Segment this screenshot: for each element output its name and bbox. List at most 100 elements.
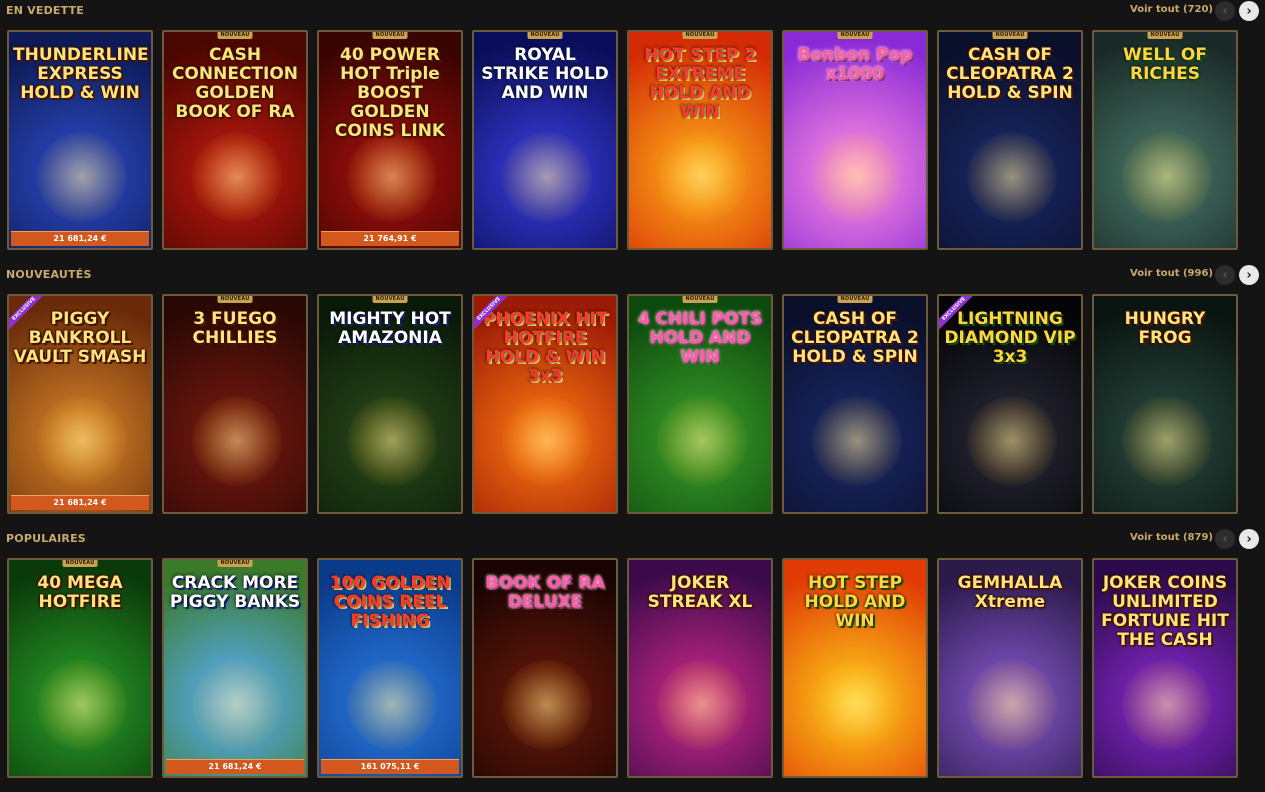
new-badge: NOUVEAU [1147,32,1183,39]
game-title: MIGHTY HOT AMAZONIA [329,309,451,348]
artwork-glow [657,132,747,222]
artwork-glow [192,660,282,750]
chevron-left-icon[interactable]: ‹ [1215,1,1235,21]
game-tile[interactable]: 100 GOLDEN COINS REEL FISHING 161 075,11… [317,558,463,778]
game-tile[interactable]: ROYAL STRIKE HOLD AND WIN NOUVEAU [472,30,618,250]
game-title: CRACK MORE PIGGY BANKS [169,573,301,612]
new-badge: NOUVEAU [682,32,718,39]
see-all-link[interactable]: Voir tout (996) [1130,268,1213,279]
game-tile[interactable]: CASH OF CLEOPATRA 2 HOLD & SPIN NOUVEAU [782,294,928,514]
new-badge: NOUVEAU [527,32,563,39]
game-title: CASH OF CLEOPATRA 2 HOLD & SPIN [791,309,919,367]
game-row: THUNDERLINE EXPRESS HOLD & WIN 21 681,24… [7,30,1238,250]
new-badge: NOUVEAU [372,296,408,303]
game-tile[interactable]: 40 MEGA HOTFIRE NOUVEAU [7,558,153,778]
see-all-link[interactable]: Voir tout (879) [1130,532,1213,543]
artwork-glow [812,396,902,486]
game-title: 40 POWER HOT Triple BOOST GOLDEN COINS L… [334,45,446,141]
game-tile[interactable]: GEMHALLA Xtreme [937,558,1083,778]
jackpot-amount: 161 075,11 € [321,759,459,774]
game-title: JOKER STREAK XL [647,573,753,612]
artwork-glow [37,396,127,486]
artwork-glow [1122,396,1212,486]
game-tile[interactable]: BOOK OF RA DELUXE [472,558,618,778]
chevron-left-icon[interactable]: ‹ [1215,529,1235,549]
artwork-glow [192,396,282,486]
game-row: 40 MEGA HOTFIRE NOUVEAU CRACK MORE PIGGY… [7,558,1238,778]
artwork-glow [37,132,127,222]
artwork-glow [1122,660,1212,750]
artwork-glow [657,396,747,486]
game-tile[interactable]: CRACK MORE PIGGY BANKS NOUVEAU 21 681,24… [162,558,308,778]
game-tile[interactable]: THUNDERLINE EXPRESS HOLD & WIN 21 681,24… [7,30,153,250]
new-badge: NOUVEAU [217,560,253,567]
game-section: NOUVEAUTÉS Voir tout (996) ‹ › PIGGY BAN… [0,264,1265,528]
section-header: NOUVEAUTÉS Voir tout (996) ‹ › [0,264,1265,290]
artwork-glow [37,660,127,750]
game-tile[interactable]: 40 POWER HOT Triple BOOST GOLDEN COINS L… [317,30,463,250]
chevron-left-icon[interactable]: ‹ [1215,265,1235,285]
game-title: HUNGRY FROG [1124,309,1206,348]
artwork-glow [502,660,592,750]
artwork-glow [812,660,902,750]
artwork-glow [967,660,1057,750]
artwork-glow [812,132,902,222]
new-badge: NOUVEAU [682,296,718,303]
chevron-right-icon[interactable]: › [1239,265,1259,285]
jackpot-amount: 21 764,91 € [321,231,459,246]
game-title: 40 MEGA HOTFIRE [37,573,123,612]
game-tile[interactable]: PIGGY BANKROLL VAULT SMASH EXCLUSIVE 21 … [7,294,153,514]
game-title: Bonbon Pop x1000 [797,45,913,84]
game-tile[interactable]: CASH OF CLEOPATRA 2 HOLD & SPIN NOUVEAU [937,30,1083,250]
new-badge: NOUVEAU [372,32,408,39]
game-title: 3 FUEGO CHILLIES [192,309,278,348]
jackpot-amount: 21 681,24 € [11,231,149,246]
see-all-link[interactable]: Voir tout (720) [1130,4,1213,15]
new-badge: NOUVEAU [837,296,873,303]
artwork-glow [502,396,592,486]
game-tile[interactable]: LIGHTNING DIAMOND VIP 3x3 EXCLUSIVE [937,294,1083,514]
game-title: WELL OF RICHES [1122,45,1207,84]
game-tile[interactable]: HOT STEP HOLD AND WIN [782,558,928,778]
jackpot-amount: 21 681,24 € [166,759,304,774]
game-title: LIGHTNING DIAMOND VIP 3x3 [944,309,1076,367]
game-tile[interactable]: 4 CHILI POTS HOLD AND WIN NOUVEAU [627,294,773,514]
artwork-glow [347,132,437,222]
game-tile[interactable]: Bonbon Pop x1000 NOUVEAU [782,30,928,250]
game-title: 100 GOLDEN COINS REEL FISHING [329,573,451,631]
artwork-glow [502,132,592,222]
game-title: PHOENIX HIT HOTFIRE HOLD & WIN 3x3 [482,309,608,386]
section-title: EN VEDETTE [6,4,84,17]
chevron-right-icon[interactable]: › [1239,529,1259,549]
chevron-right-icon[interactable]: › [1239,1,1259,21]
game-title: BOOK OF RA DELUXE [485,573,605,612]
artwork-glow [657,660,747,750]
game-title: 4 CHILI POTS HOLD AND WIN [637,309,763,367]
game-tile[interactable]: CASH CONNECTION GOLDEN BOOK OF RA NOUVEA… [162,30,308,250]
artwork-glow [347,660,437,750]
section-title: POPULAIRES [6,532,86,545]
game-tile[interactable]: WELL OF RICHES NOUVEAU [1092,30,1238,250]
game-title: GEMHALLA Xtreme [957,573,1063,612]
section-header: EN VEDETTE Voir tout (720) ‹ › [0,0,1265,26]
game-section: POPULAIRES Voir tout (879) ‹ › 40 MEGA H… [0,528,1265,792]
new-badge: NOUVEAU [992,32,1028,39]
game-tile[interactable]: HUNGRY FROG [1092,294,1238,514]
game-tile[interactable]: 3 FUEGO CHILLIES NOUVEAU [162,294,308,514]
new-badge: NOUVEAU [217,296,253,303]
section-title: NOUVEAUTÉS [6,268,92,281]
game-title: CASH OF CLEOPATRA 2 HOLD & SPIN [946,45,1074,103]
game-title: CASH CONNECTION GOLDEN BOOK OF RA [171,45,299,122]
game-tile[interactable]: MIGHTY HOT AMAZONIA NOUVEAU [317,294,463,514]
game-tile[interactable]: JOKER COINS UNLIMITED FORTUNE HIT THE CA… [1092,558,1238,778]
artwork-glow [967,132,1057,222]
artwork-glow [192,132,282,222]
game-title: PIGGY BANKROLL VAULT SMASH [13,309,147,367]
game-tile[interactable]: JOKER STREAK XL [627,558,773,778]
jackpot-amount: 21 681,24 € [11,495,149,510]
game-tile[interactable]: HOT STEP 2 EXTREME HOLD AND WIN NOUVEAU [627,30,773,250]
game-title: THUNDERLINE EXPRESS HOLD & WIN [13,45,149,103]
game-tile[interactable]: PHOENIX HIT HOTFIRE HOLD & WIN 3x3 EXCLU… [472,294,618,514]
artwork-glow [347,396,437,486]
game-title: JOKER COINS UNLIMITED FORTUNE HIT THE CA… [1101,573,1229,650]
